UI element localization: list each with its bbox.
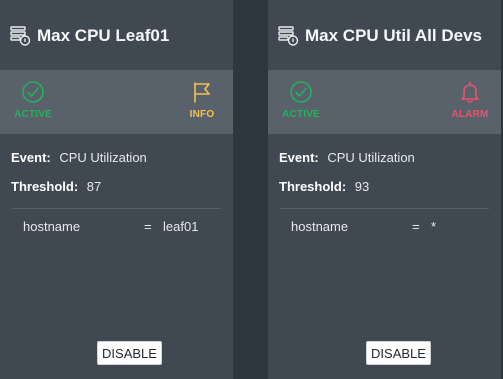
card-title: Max CPU Leaf01 — [37, 26, 170, 45]
status-active: ACTIVE — [276, 80, 326, 120]
severity-alarm: ALARM — [445, 80, 495, 120]
check-circle-icon — [22, 81, 44, 103]
condition-value: leaf01 — [163, 219, 199, 234]
threshold-value: 87 — [86, 179, 102, 194]
divider — [280, 208, 489, 209]
condition-field: hostname — [23, 219, 81, 234]
divider — [12, 208, 221, 209]
event-row: Event: CPU Utilization — [11, 150, 147, 165]
rule-list-icon — [278, 26, 299, 46]
event-value: CPU Utilization — [327, 150, 415, 165]
condition-operator: = — [412, 219, 420, 234]
rule-card-max-cpu-leaf01: Max CPU Leaf01 ACTIVE INFO Event: CPU Ut… — [0, 0, 233, 379]
rule-card-max-cpu-util-all-devs: Max CPU Util All Devs ACTIVE ALARM Event… — [268, 0, 501, 379]
threshold-key: Threshold: — [11, 179, 79, 194]
condition-operator: = — [144, 219, 152, 234]
severity-alarm-label: ALARM — [451, 109, 489, 120]
threshold-row: Threshold: 93 — [279, 179, 369, 194]
card-header: Max CPU Util All Devs — [268, 0, 501, 70]
status-active-label: ACTIVE — [14, 109, 52, 120]
event-key: Event: — [279, 150, 319, 165]
bell-icon — [461, 81, 479, 103]
threshold-value: 93 — [354, 179, 370, 194]
condition-field: hostname — [291, 219, 349, 234]
flag-icon — [194, 82, 210, 103]
rule-list-icon — [10, 26, 31, 46]
status-band: ACTIVE ALARM — [268, 70, 501, 134]
condition-value: * — [431, 219, 437, 234]
card-header: Max CPU Leaf01 — [0, 0, 233, 70]
status-band: ACTIVE INFO — [0, 70, 233, 134]
event-value: CPU Utilization — [59, 150, 147, 165]
event-key: Event: — [11, 150, 51, 165]
threshold-row: Threshold: 87 — [11, 179, 101, 194]
event-row: Event: CPU Utilization — [279, 150, 415, 165]
disable-button[interactable]: DISABLE — [366, 341, 431, 365]
status-active-label: ACTIVE — [282, 109, 320, 120]
threshold-key: Threshold: — [279, 179, 347, 194]
check-circle-icon — [290, 81, 312, 103]
status-active: ACTIVE — [8, 80, 58, 120]
threshold-rules-panel: Max CPU Leaf01 ACTIVE INFO Event: CPU Ut… — [0, 0, 503, 379]
card-title: Max CPU Util All Devs — [305, 26, 482, 45]
severity-info-label: INFO — [189, 109, 215, 120]
disable-button[interactable]: DISABLE — [97, 341, 162, 365]
severity-info: INFO — [177, 80, 227, 120]
